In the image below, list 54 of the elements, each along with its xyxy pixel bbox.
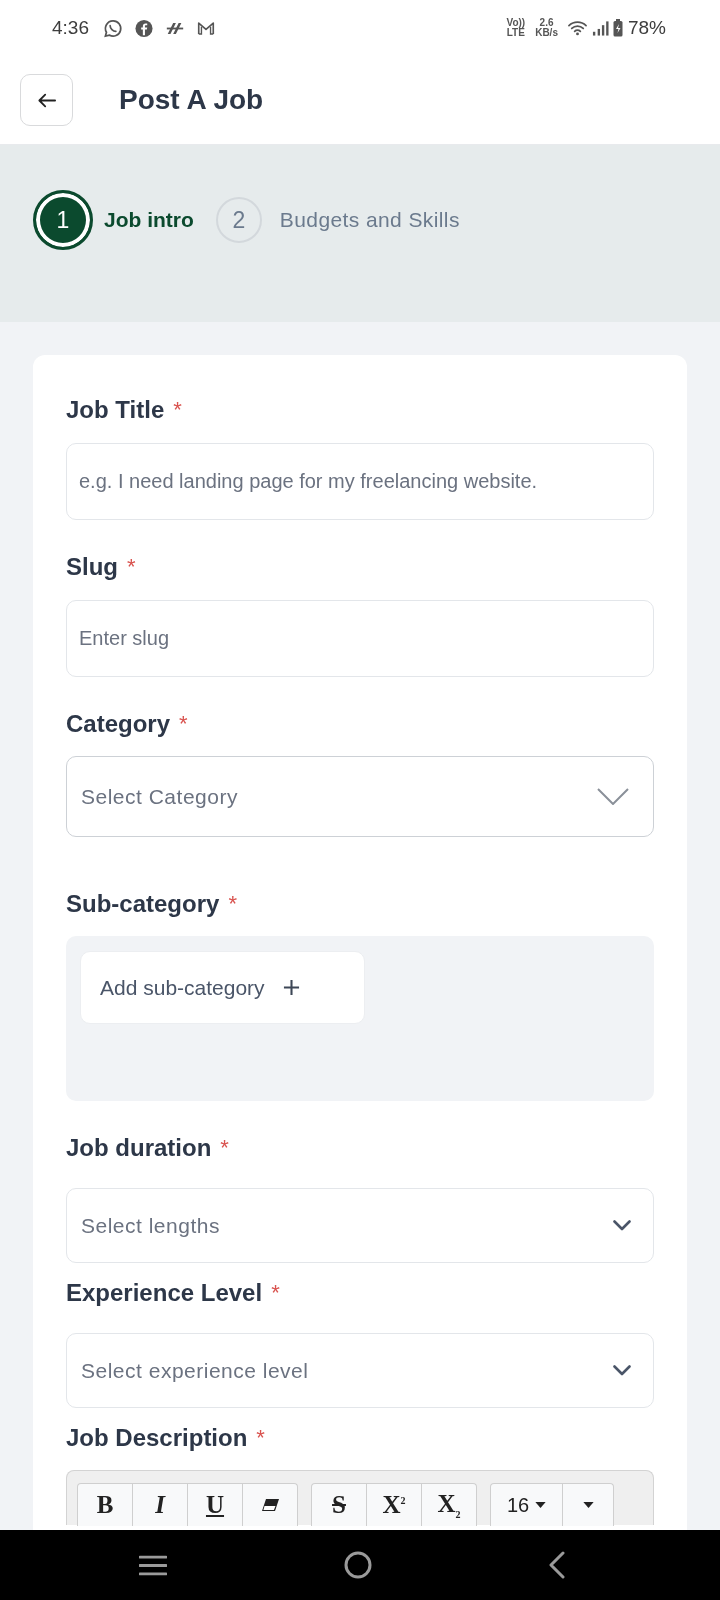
required-mark: * <box>220 1134 229 1162</box>
italic-button[interactable]: I <box>132 1483 188 1526</box>
field-label: Category <box>66 709 171 739</box>
strikethrough-button[interactable]: S <box>311 1483 367 1526</box>
circle-icon <box>134 18 154 38</box>
required-mark: * <box>173 396 182 424</box>
required-mark: * <box>271 1279 280 1307</box>
chat-bubble-icon <box>103 18 123 38</box>
page-title: Post A Job <box>119 84 264 116</box>
clear-format-button[interactable] <box>242 1483 298 1526</box>
step-label[interactable]: Budgets and Skills <box>279 208 460 232</box>
chevron-down-icon <box>597 788 629 805</box>
battery-level: 78% <box>627 17 666 39</box>
superscript-button[interactable]: X$^{2}$ <box>366 1483 422 1526</box>
eraser-icon <box>260 1498 280 1512</box>
volte-indicator: Vo)) LTE <box>506 18 526 38</box>
required-mark: * <box>256 1424 265 1452</box>
back-arrow-icon <box>37 92 56 108</box>
caret-down-icon <box>582 1502 594 1508</box>
text-input[interactable]: e.g. I need landing page for my freelancing website. <box>66 443 654 520</box>
font-size-button[interactable]: 16 <box>490 1483 563 1526</box>
field-label: Experience Level <box>66 1278 263 1308</box>
subscript-button[interactable]: X$_{2}$ <box>421 1483 477 1526</box>
battery-icon <box>612 19 623 37</box>
select-field[interactable]: Select Category <box>66 756 654 837</box>
add-sub-category-button[interactable]: Add sub-category <box>80 951 365 1024</box>
field-label: Slug <box>66 552 118 582</box>
dropdown-field[interactable]: Select experience level <box>66 1333 654 1408</box>
wifi-icon <box>567 20 587 36</box>
network-speed: 2.6 KB/s <box>535 18 558 38</box>
chevron-down-icon <box>613 1365 631 1376</box>
bold-button[interactable]: B <box>77 1483 133 1526</box>
caret-down-icon <box>535 1502 547 1508</box>
home-circle-icon[interactable] <box>344 1551 372 1579</box>
field-label: Sub-category <box>66 889 220 919</box>
back-chevron-icon[interactable] <box>549 1551 565 1579</box>
dropdown-field[interactable]: Select lengths <box>66 1188 654 1263</box>
step-number[interactable]: 1 <box>33 190 93 250</box>
back-button[interactable] <box>20 74 73 126</box>
text-input[interactable]: Enter slug <box>66 600 654 677</box>
required-mark: * <box>228 890 237 918</box>
plus-icon <box>282 979 300 996</box>
status-time: 4:36 <box>52 17 89 39</box>
step-label[interactable]: Job intro <box>104 208 194 232</box>
chevron-down-icon <box>613 1220 631 1231</box>
underline-button[interactable]: U <box>187 1483 243 1526</box>
required-mark: * <box>127 553 136 581</box>
field-label: Job duration <box>66 1133 212 1163</box>
required-mark: * <box>179 710 188 738</box>
step-number[interactable]: 2 <box>215 197 262 243</box>
field-label: Job Description <box>66 1423 248 1453</box>
signal-icon <box>591 20 609 36</box>
menu-icon[interactable] <box>139 1553 167 1577</box>
field-label: Job Title <box>66 395 165 425</box>
